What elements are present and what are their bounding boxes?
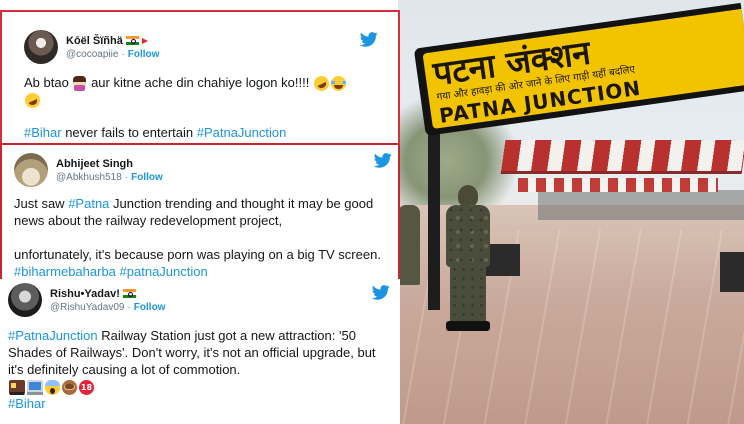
- hashtag-link[interactable]: #patnaJunction: [120, 264, 208, 279]
- hashtag-link[interactable]: #Bihar: [24, 125, 62, 140]
- tweet-text-hashtags: #Bihar never fails to entertain #PatnaJu…: [24, 125, 287, 140]
- station-shed: [538, 190, 744, 220]
- tweet-card-2: Abhijeet Singh @Abkhush518 · Follow Just s…: [0, 143, 400, 282]
- avatar[interactable]: [24, 30, 58, 64]
- hashtag-link[interactable]: #Patna: [68, 196, 109, 211]
- hashtag-link[interactable]: #biharmebaharba: [14, 264, 116, 279]
- platform-canopy: [500, 140, 744, 174]
- follow-link[interactable]: Follow: [128, 49, 160, 60]
- tweet-card-1: Kōël Šïñhä @cocoapiie · Follow Ab btao aur…: [0, 10, 400, 145]
- facepalm-emoji-icon: [73, 76, 87, 92]
- india-flag-icon: [125, 36, 139, 45]
- tweet-text-2: unfortunately, it's because porn was pla…: [14, 247, 381, 279]
- rofl-emoji-icon: [22, 90, 43, 111]
- user-handle[interactable]: @Abkhush518: [56, 172, 122, 183]
- tweet-text: Ab btao aur kitne ache din chahiye logon…: [22, 73, 384, 111]
- follow-link[interactable]: Follow: [134, 302, 166, 313]
- hashtag-link[interactable]: #Bihar: [8, 396, 46, 411]
- avatar[interactable]: [14, 153, 48, 187]
- user-name[interactable]: Abhijeet Singh: [56, 158, 133, 170]
- avatar[interactable]: [8, 283, 42, 317]
- twitter-bird-icon[interactable]: [374, 153, 392, 168]
- platform-bin: [720, 252, 744, 292]
- see-no-evil-emoji-icon: [62, 380, 77, 396]
- background-guard: [398, 205, 420, 285]
- rofl-emoji-icon: [311, 73, 332, 94]
- user-name[interactable]: Kōël Šïñhä: [66, 35, 123, 47]
- follow-link[interactable]: Follow: [131, 172, 163, 183]
- platform-canopy-rear: [518, 178, 718, 192]
- hashtag-link[interactable]: #PatnaJunction: [8, 328, 98, 343]
- india-flag-icon: [122, 289, 136, 298]
- train-emoji-icon: [9, 380, 25, 396]
- tweet-card-3: Rishu•Yadav! @RishuYadav09 · Follow #Patna…: [0, 279, 400, 424]
- user-handle[interactable]: @cocoapiie: [66, 49, 118, 60]
- security-guard: [440, 185, 496, 335]
- station-photo: पटना जंक्शन गया और हावड़ा की ओर जाने के …: [398, 0, 744, 424]
- laptop-emoji-icon: [27, 380, 43, 396]
- scream-emoji-icon: [45, 380, 60, 396]
- red-flag-icon: [141, 37, 148, 44]
- twitter-bird-icon[interactable]: [372, 285, 390, 300]
- joy-emoji-icon: [330, 76, 346, 92]
- user-name[interactable]: Rishu•Yadav!: [50, 288, 120, 300]
- tweet-text: Just saw #Patna Junction trending and th…: [14, 196, 374, 228]
- hashtag-link[interactable]: #PatnaJunction: [197, 125, 287, 140]
- tweet-text: #PatnaJunction Railway Station just got …: [8, 327, 393, 412]
- station-signboard: पटना जंक्शन गया और हावड़ा की ओर जाने के …: [413, 2, 744, 136]
- twitter-bird-icon[interactable]: [360, 32, 378, 47]
- no-one-under-18-emoji-icon: [79, 380, 94, 396]
- user-handle[interactable]: @RishuYadav09: [50, 302, 124, 313]
